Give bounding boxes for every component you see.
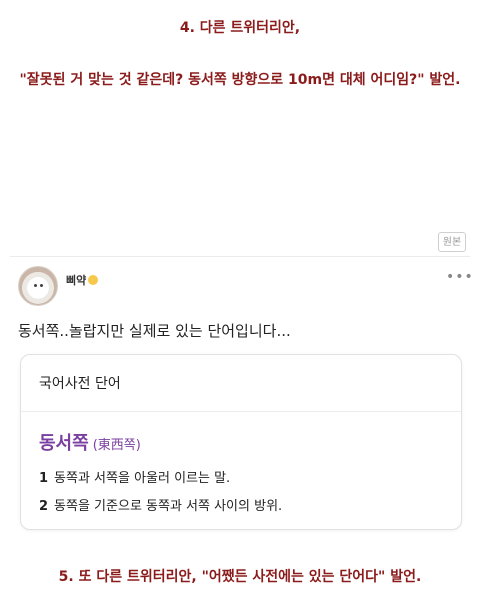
post-text: 동서쪽..놀랍지만 실제로 있는 단어입니다... xyxy=(18,322,291,340)
avatar[interactable] xyxy=(18,266,58,306)
dictionary-card-divider xyxy=(21,411,461,412)
avatar-eye xyxy=(34,284,37,287)
definition-number: 1 xyxy=(39,471,49,486)
dictionary-word-label: 동서쪽 xyxy=(39,433,89,454)
username-label: 삐약 xyxy=(66,274,87,287)
definition-text: 동쪽을 기준으로 동쪽과 서쪽 사이의 방위. xyxy=(54,499,283,514)
caption-line-3: 5. 또 다른 트위터리안, "어쨌든 사전에는 있는 단어다" 발언. xyxy=(58,569,422,585)
avatar-eye xyxy=(40,284,43,287)
dictionary-card-header: 국어사전 단어 xyxy=(39,376,121,392)
source-badge[interactable]: 원본 xyxy=(438,232,466,252)
chick-emoji-icon xyxy=(88,275,99,285)
caption-line-1: 4. 다른 트위터리안, xyxy=(179,20,301,36)
caption-line-2: "잘못된 거 맞는 것 같은데? 동서쪽 방향으로 10m면 대체 어디임?" … xyxy=(19,72,461,88)
username[interactable]: 삐약 xyxy=(66,272,99,288)
dictionary-card[interactable]: 국어사전 단어 동서쪽 (東西쪽) 1 동쪽과 서쪽을 아울러 이르는 말. 2 동쪽… xyxy=(20,354,462,530)
dictionary-word[interactable]: 동서쪽 (東西쪽) xyxy=(39,429,141,455)
definition-number: 2 xyxy=(39,499,49,514)
dictionary-word-hanja: (東西쪽) xyxy=(92,438,141,453)
more-dots-icon[interactable]: ••• xyxy=(446,270,474,284)
definition-item: 1 동쪽과 서쪽을 아울러 이르는 말. xyxy=(39,467,230,486)
definition-item: 2 동쪽을 기준으로 동쪽과 서쪽 사이의 방위. xyxy=(39,495,282,514)
definition-text: 동쪽과 서쪽을 아울러 이르는 말. xyxy=(54,471,231,486)
divider xyxy=(10,256,470,257)
